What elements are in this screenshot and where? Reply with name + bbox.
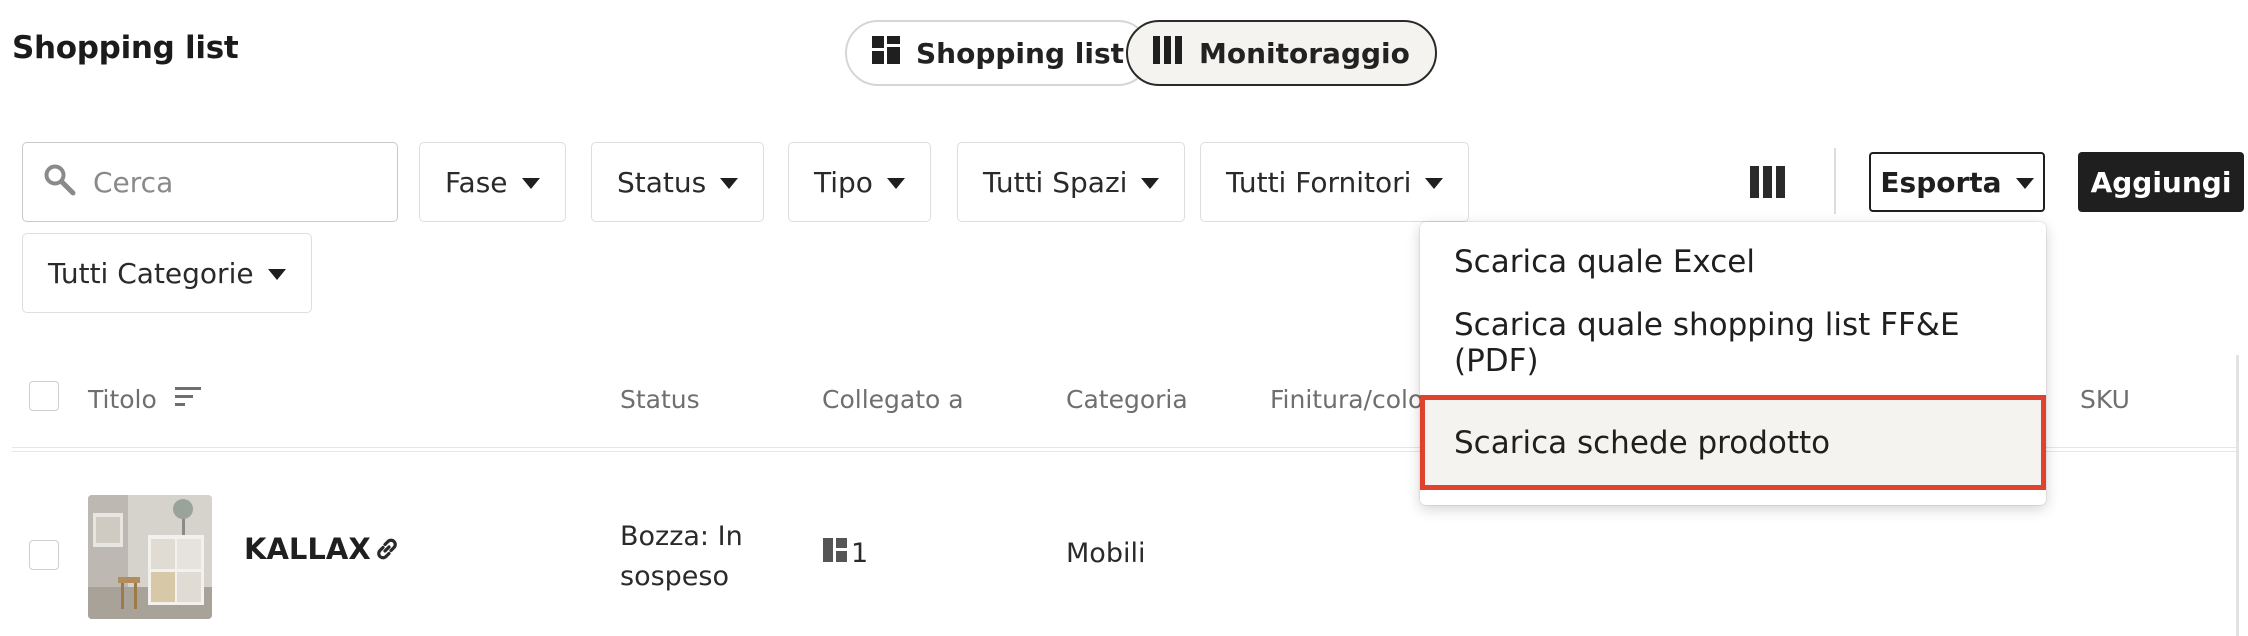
columns-icon [1153,35,1183,71]
row-category: Mobili [1066,538,1146,569]
toolbar-divider [1834,148,1836,214]
search-input[interactable] [91,164,375,200]
row-linked-count: 1 [851,538,869,569]
page-title: Shopping list [12,30,239,66]
caret-down-icon [1141,177,1160,189]
select-all-checkbox[interactable] [29,381,59,411]
column-header-collegato[interactable]: Collegato a [822,385,964,414]
filter-fornitori[interactable]: Tutti Fornitori [1200,142,1470,222]
product-thumbnail[interactable] [88,495,212,619]
column-header-sku[interactable]: SKU [2080,385,2130,414]
caret-down-icon [267,268,286,280]
column-header-categoria[interactable]: Categoria [1066,385,1188,414]
filter-categorie-label: Tutti Categorie [48,256,254,290]
filter-status-label: Status [617,165,707,199]
search-icon [43,163,77,201]
column-header-status[interactable]: Status [620,385,700,414]
filter-spazi-label: Tutti Spazi [983,165,1128,199]
column-header-titolo[interactable]: Titolo [88,385,201,414]
caret-down-icon [886,177,905,189]
link-icon[interactable] [372,534,402,568]
filter-spazi[interactable]: Tutti Spazi [957,142,1186,222]
filter-categorie[interactable]: Tutti Categorie [22,233,312,313]
add-button[interactable]: Aggiungi [2078,152,2244,212]
column-header-finitura[interactable]: Finitura/colo [1270,385,1423,414]
product-title[interactable]: KALLAX [244,532,371,566]
linked-item-icon [823,538,847,569]
tab-monitoraggio[interactable]: Monitoraggio [1126,20,1437,86]
columns-icon[interactable] [1750,166,1786,198]
sort-icon[interactable] [174,385,201,414]
vertical-scrollbar[interactable] [2236,355,2239,636]
export-dropdown-menu: Scarica quale Excel Scarica quale shoppi… [1420,222,2046,505]
row-status-line1: Bozza: In [620,521,743,552]
menu-item-download-product-sheets[interactable]: Scarica schede prodotto [1420,395,2046,490]
filter-status[interactable]: Status [591,142,765,222]
search-box[interactable] [22,142,398,222]
filter-fornitori-label: Tutti Fornitori [1226,165,1412,199]
row-linked-to[interactable]: 1 [823,538,868,569]
row-checkbox[interactable] [29,540,59,570]
row-status: Bozza: In sospeso [620,517,743,597]
filter-tipo[interactable]: Tipo [788,142,931,222]
column-header-titolo-label: Titolo [88,385,157,414]
menu-item-download-ffe-pdf[interactable]: Scarica quale shopping list FF&E (PDF) [1420,303,2046,383]
caret-down-icon [1425,177,1444,189]
tab-shopping-list-label: Shopping list [916,36,1124,70]
grid-icon [872,35,900,71]
caret-down-icon [720,177,739,189]
filter-tipo-label: Tipo [814,165,873,199]
caret-down-icon [521,177,540,189]
menu-item-download-excel[interactable]: Scarica quale Excel [1420,222,2046,302]
row-status-line2: sospeso [620,561,729,592]
caret-down-icon [2015,177,2034,189]
tab-monitoraggio-label: Monitoraggio [1199,36,1410,70]
export-button[interactable]: Esporta [1869,152,2045,212]
export-button-label: Esporta [1880,165,2002,199]
filter-fase-label: Fase [445,165,508,199]
filter-fase[interactable]: Fase [419,142,566,222]
tab-shopping-list[interactable]: Shopping list [845,20,1151,86]
